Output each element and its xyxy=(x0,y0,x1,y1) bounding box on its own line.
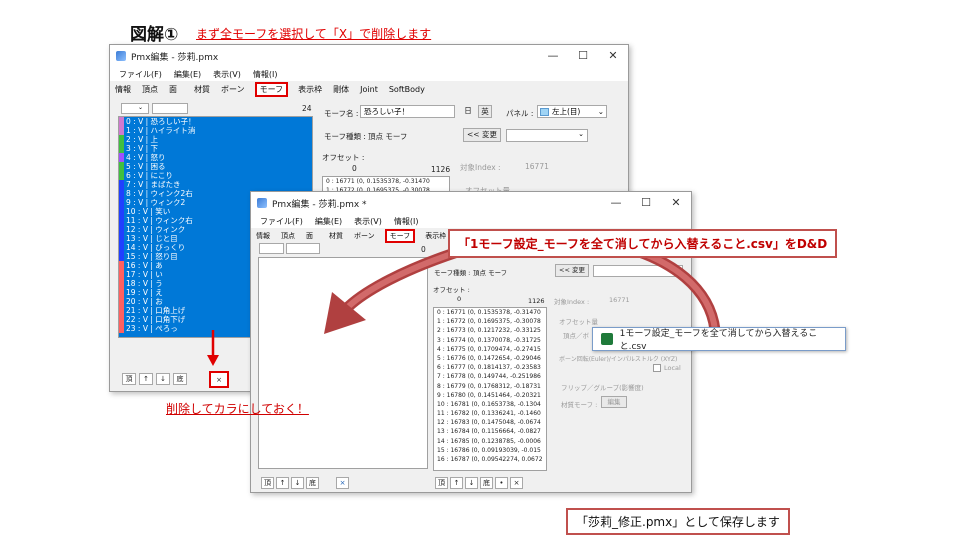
drag-arrow xyxy=(207,231,721,366)
csv-file-drag-item[interactable]: 1モーフ設定_モーフを全て消してから入替えること.csv xyxy=(592,327,846,352)
save-note: 「莎莉_修正.pmx」として保存します xyxy=(566,508,790,535)
csv-file-name: 1モーフ設定_モーフを全て消してから入替えること.csv xyxy=(619,329,818,352)
delete-note: 削除してカラにしておく！ xyxy=(166,402,309,416)
csv-file-icon xyxy=(601,333,613,345)
down-arrow-head xyxy=(207,355,219,366)
dnd-callout: 「1モーフ設定_モーフを全て消してから入替えること.csv」をD&D xyxy=(448,229,838,258)
